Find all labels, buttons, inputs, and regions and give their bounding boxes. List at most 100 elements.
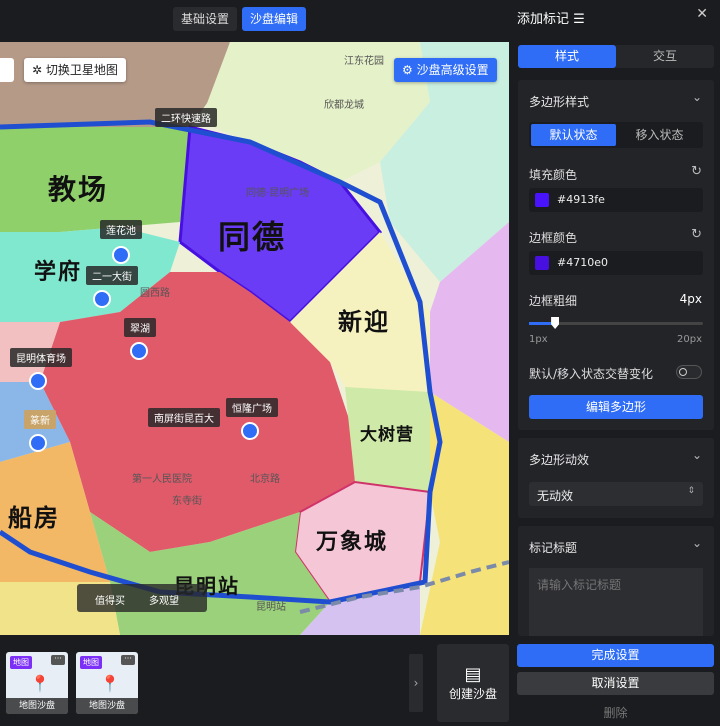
- toggle-knob: [679, 368, 687, 376]
- border-width-label: 边框粗细: [529, 294, 578, 308]
- marker-title-label: 标记标题: [529, 541, 578, 555]
- location-pin-icon: 📍: [100, 674, 120, 693]
- polygon-style-card: 多边形样式 ⌄ 默认状态 移入状态 填充颜色 ↻ #4913fe 边框颜色 ↻ …: [518, 80, 714, 430]
- street-label: 东寺街: [172, 496, 202, 507]
- border-color-field[interactable]: #4710e0: [529, 251, 703, 275]
- location-pin-icon: 📍: [30, 674, 50, 693]
- region-label-wanxiangcheng: 万象城: [316, 530, 389, 555]
- sandbox-strip: 地图 ··· 📍 地图沙盘 地图 ··· 📍 地图沙盘 › ▤ 创建沙盘: [0, 638, 510, 726]
- delete-button[interactable]: 删除: [517, 704, 714, 721]
- border-color-swatch: [535, 256, 549, 270]
- chevron-right-icon: ›: [413, 676, 419, 690]
- map-pin[interactable]: [112, 246, 130, 264]
- more-icon[interactable]: ···: [51, 655, 65, 665]
- sandbox-thumbnail[interactable]: 地图 ··· 📍 地图沙盘: [6, 652, 68, 714]
- list-icon: ☰: [573, 12, 585, 27]
- tab-default-state[interactable]: 默认状态: [531, 124, 616, 146]
- alternate-toggle[interactable]: [676, 365, 702, 379]
- slider-min: 1px: [529, 334, 548, 345]
- map-tag[interactable]: 昆明体育场: [10, 348, 72, 367]
- chevron-down-icon[interactable]: ⌄: [692, 448, 702, 462]
- fill-color-value: #4913fe: [557, 193, 605, 206]
- animation-select[interactable]: 无动效 ⇕: [529, 482, 703, 506]
- tab-interaction[interactable]: 交互: [616, 45, 714, 68]
- sandbox-advanced-settings-button[interactable]: ⚙ 沙盘高级设置: [394, 58, 497, 82]
- polygon-style-title: 多边形样式: [529, 95, 590, 109]
- chevron-down-icon[interactable]: ⌄: [692, 90, 702, 104]
- add-marker-panel: 添加标记 ☰ ✕ 样式 交互 多边形样式 ⌄ 默认状态 移入状态 填充颜色 ↻ …: [509, 0, 720, 726]
- map-pin[interactable]: [241, 422, 259, 440]
- map-pin[interactable]: [29, 372, 47, 390]
- gear-icon: ⚙: [402, 63, 417, 77]
- cancel-settings-button[interactable]: 取消设置: [517, 672, 714, 695]
- finish-settings-button[interactable]: 完成设置: [517, 644, 714, 667]
- map-canvas[interactable]: ✲ 切换卫星地图 ⚙ 沙盘高级设置 教场 学府 同德 新迎 大树营 船房 万象城…: [0, 42, 509, 635]
- state-tabs: 默认状态 移入状态: [529, 122, 703, 148]
- panel-title-text: 添加标记: [517, 12, 570, 27]
- slider-handle[interactable]: [551, 317, 560, 329]
- map-pin[interactable]: [93, 290, 111, 308]
- border-color-value: #4710e0: [557, 256, 608, 269]
- map-pin[interactable]: [130, 342, 148, 360]
- top-bar: 基础设置 沙盘编辑: [0, 0, 510, 40]
- map-tag[interactable]: 篆新: [24, 410, 56, 429]
- switch-satellite-label: 切换卫星地图: [45, 63, 118, 77]
- street-label: 昆明站: [256, 602, 286, 613]
- refresh-icon[interactable]: ↻: [691, 164, 702, 179]
- street-label: 北京路: [250, 474, 280, 485]
- map-pin[interactable]: [29, 434, 47, 452]
- animation-title: 多边形动效: [529, 453, 590, 467]
- street-label: 同德·昆明广场: [246, 188, 310, 199]
- animation-select-value: 无动效: [537, 489, 574, 503]
- street-label: 圆西路: [140, 288, 170, 299]
- fill-color-label: 填充颜色: [529, 168, 578, 182]
- map-tag[interactable]: 南屏街昆百大: [148, 408, 220, 427]
- satellite-icon: ✲: [32, 63, 46, 77]
- tab-basic-settings[interactable]: 基础设置: [173, 7, 238, 31]
- slider-max: 20px: [677, 334, 702, 345]
- fill-color-swatch: [535, 193, 549, 207]
- map-tag[interactable]: 二一大街: [86, 266, 138, 285]
- create-sandbox-button[interactable]: ▤ 创建沙盘: [437, 644, 509, 722]
- refresh-icon[interactable]: ↻: [691, 227, 702, 242]
- edit-polygon-button[interactable]: 编辑多边形: [529, 395, 703, 419]
- thumbnail-name: 地图沙盘: [6, 698, 68, 714]
- map-left-button[interactable]: [0, 58, 14, 82]
- map-badge: 地图: [80, 656, 102, 669]
- polygon-animation-card: 多边形动效 ⌄ 无动效 ⇕: [518, 438, 714, 518]
- map-regions: [0, 42, 509, 635]
- tab-sandbox-edit[interactable]: 沙盘编辑: [242, 7, 307, 31]
- tab-hover-state[interactable]: 移入状态: [617, 124, 702, 146]
- map-tag[interactable]: 恒隆广场: [226, 398, 278, 417]
- border-color-label: 边框颜色: [529, 231, 578, 245]
- map-badge: 地图: [10, 656, 32, 669]
- sandbox-thumbnail[interactable]: 地图 ··· 📍 地图沙盘: [76, 652, 138, 714]
- tab-style[interactable]: 样式: [518, 45, 616, 68]
- map-tag[interactable]: 莲花池: [100, 220, 142, 239]
- region-label-chuanfang: 船房: [8, 504, 60, 532]
- advanced-settings-label: 沙盘高级设置: [416, 63, 489, 77]
- alternate-toggle-label: 默认/移入状态交替变化: [529, 367, 654, 381]
- map-tag[interactable]: 翠湖: [124, 318, 156, 337]
- street-label: 江东花园: [344, 56, 384, 67]
- border-width-slider[interactable]: [529, 317, 703, 329]
- select-arrows-icon: ⇕: [687, 486, 695, 496]
- chip-wait-and-see[interactable]: 多观望: [149, 592, 179, 607]
- close-icon[interactable]: ✕: [696, 6, 708, 22]
- marker-title-input[interactable]: [529, 568, 703, 636]
- switch-satellite-button[interactable]: ✲ 切换卫星地图: [24, 58, 126, 82]
- scroll-right-button[interactable]: ›: [409, 654, 423, 712]
- chip-worth-buying[interactable]: 值得买: [95, 592, 125, 607]
- region-label-dashuying: 大树营: [360, 425, 414, 445]
- fill-color-field[interactable]: #4913fe: [529, 188, 703, 212]
- map-tag[interactable]: 二环快速路: [155, 108, 217, 127]
- marker-title-card: 标记标题 ⌄: [518, 526, 714, 636]
- street-label: 欣都龙城: [324, 100, 364, 111]
- more-icon[interactable]: ···: [121, 655, 135, 665]
- thumbnail-name: 地图沙盘: [76, 698, 138, 714]
- map-book-icon: ▤: [464, 664, 482, 685]
- style-interaction-tabs: 样式 交互: [518, 45, 714, 68]
- street-label: 第一人民医院: [132, 474, 192, 485]
- chevron-down-icon[interactable]: ⌄: [692, 536, 702, 550]
- create-sandbox-label: 创建沙盘: [448, 687, 497, 701]
